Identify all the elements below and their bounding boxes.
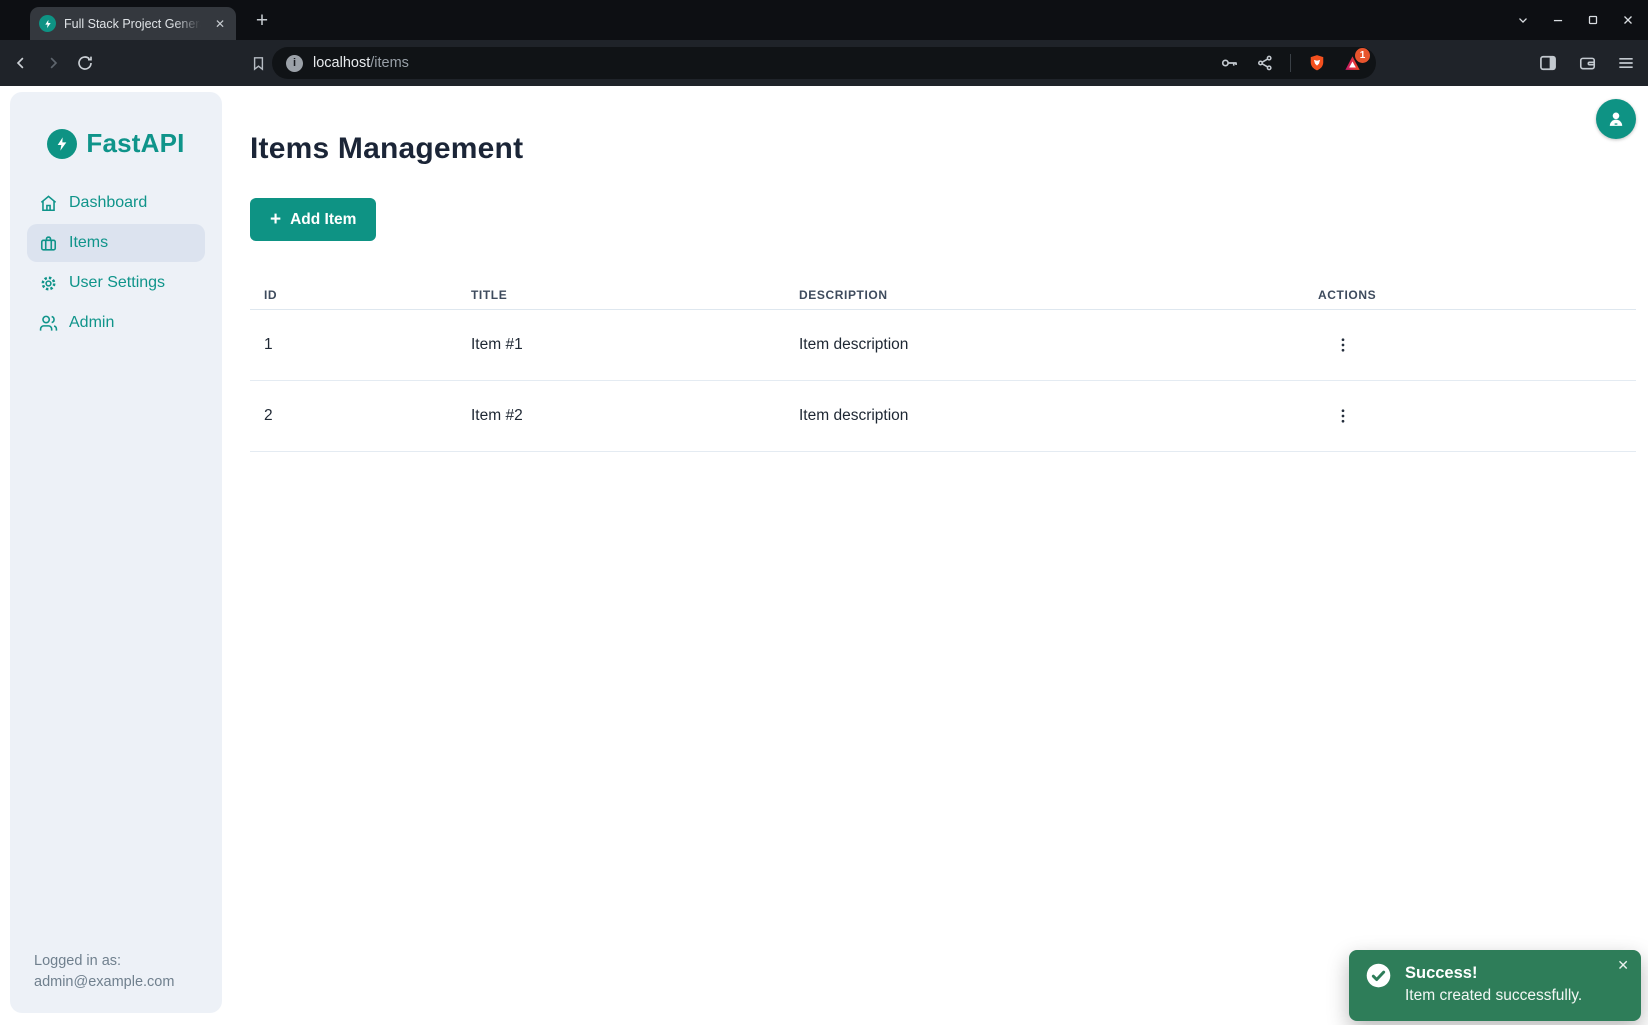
sidebar-item-user-settings[interactable]: User Settings — [27, 264, 205, 302]
reload-icon[interactable] — [72, 50, 98, 76]
sidebar-item-admin[interactable]: Admin — [27, 304, 205, 342]
brave-rewards-icon[interactable]: 1 — [1343, 54, 1362, 73]
brave-shield-icon[interactable] — [1307, 53, 1327, 73]
user-icon — [1605, 108, 1627, 130]
new-tab-button[interactable]: + — [248, 8, 276, 34]
success-toast: Success! Item created successfully. ✕ — [1349, 950, 1641, 1021]
cell-title: Item #1 — [471, 336, 799, 354]
divider — [1290, 54, 1291, 72]
sidebar-item-label: User Settings — [69, 274, 165, 292]
logged-in-email: admin@example.com — [34, 972, 212, 993]
plus-icon: + — [270, 210, 281, 229]
sidebar-item-label: Items — [69, 234, 108, 252]
cell-id: 2 — [250, 407, 471, 425]
password-key-icon[interactable] — [1220, 53, 1240, 73]
tab-close-icon[interactable]: ✕ — [213, 16, 227, 32]
logged-in-label: Logged in as: — [34, 951, 212, 972]
sidebar-nav: Dashboard Items User Settings Admin — [10, 183, 222, 343]
sidebar: FastAPI Dashboard Items User Settings — [10, 92, 222, 1013]
toast-title: Success! — [1405, 963, 1582, 983]
window-maximize-button[interactable] — [1583, 10, 1603, 30]
column-header-title: TITLE — [471, 288, 799, 302]
home-icon — [39, 194, 58, 213]
add-item-button[interactable]: + Add Item — [250, 198, 376, 241]
url-text: localhost/items — [313, 55, 409, 71]
user-avatar-button[interactable] — [1596, 99, 1636, 139]
sidebar-item-dashboard[interactable]: Dashboard — [27, 184, 205, 222]
cell-description: Item description — [799, 336, 1318, 354]
add-item-label: Add Item — [290, 211, 356, 229]
browser-titlebar: Full Stack Project Genera ✕ + — [0, 0, 1648, 40]
sidebar-item-label: Admin — [69, 314, 114, 332]
check-circle-icon — [1365, 962, 1392, 989]
sidebar-item-label: Dashboard — [69, 194, 147, 212]
browser-tab[interactable]: Full Stack Project Genera ✕ — [30, 7, 236, 40]
rewards-badge: 1 — [1355, 48, 1370, 63]
url-host: localhost — [313, 55, 370, 71]
column-header-id: ID — [250, 288, 471, 302]
logo-text: FastAPI — [86, 128, 184, 159]
url-path: /items — [370, 55, 409, 71]
gear-icon — [39, 274, 58, 293]
cell-id: 1 — [250, 336, 471, 354]
window-close-button[interactable] — [1618, 10, 1638, 30]
app-page: FastAPI Dashboard Items User Settings — [0, 86, 1648, 1025]
row-actions-kebab-icon[interactable] — [1331, 331, 1355, 359]
toast-message: Item created successfully. — [1405, 985, 1582, 1006]
column-header-actions: ACTIONS — [1318, 288, 1636, 302]
url-bar[interactable]: i localhost/items 1 — [272, 47, 1376, 79]
window-minimize-button[interactable] — [1548, 10, 1568, 30]
browser-toolbar: i localhost/items 1 — [0, 40, 1648, 86]
back-icon[interactable] — [8, 50, 34, 76]
page-title: Items Management — [250, 133, 1636, 165]
cell-title: Item #2 — [471, 407, 799, 425]
sidebar-toggle-icon[interactable] — [1536, 51, 1560, 75]
row-actions-kebab-icon[interactable] — [1331, 402, 1355, 430]
table-row: 2 Item #2 Item description — [250, 381, 1636, 452]
toast-close-icon[interactable]: ✕ — [1617, 958, 1629, 972]
column-header-description: DESCRIPTION — [799, 288, 1318, 302]
share-icon[interactable] — [1256, 54, 1274, 72]
wallet-icon[interactable] — [1575, 51, 1599, 75]
tab-search-chevron-icon[interactable] — [1513, 10, 1533, 30]
table-row: 1 Item #1 Item description — [250, 310, 1636, 381]
sidebar-item-items[interactable]: Items — [27, 224, 205, 262]
items-table: ID TITLE DESCRIPTION ACTIONS 1 Item #1 I… — [250, 280, 1636, 452]
site-info-icon[interactable]: i — [286, 55, 303, 72]
fastapi-bolt-icon — [47, 129, 77, 159]
fastapi-favicon-bolt-icon — [39, 15, 56, 32]
briefcase-icon — [39, 234, 58, 253]
menu-hamburger-icon[interactable] — [1614, 51, 1638, 75]
tab-title: Full Stack Project Genera — [64, 17, 205, 31]
logged-in-info: Logged in as: admin@example.com — [34, 951, 212, 993]
main-content: Items Management + Add Item ID TITLE DES… — [222, 86, 1648, 1025]
fastapi-logo: FastAPI — [10, 128, 222, 159]
cell-description: Item description — [799, 407, 1318, 425]
table-header-row: ID TITLE DESCRIPTION ACTIONS — [250, 280, 1636, 310]
users-icon — [39, 314, 58, 333]
bookmark-icon[interactable] — [245, 50, 271, 76]
forward-icon[interactable] — [40, 50, 66, 76]
